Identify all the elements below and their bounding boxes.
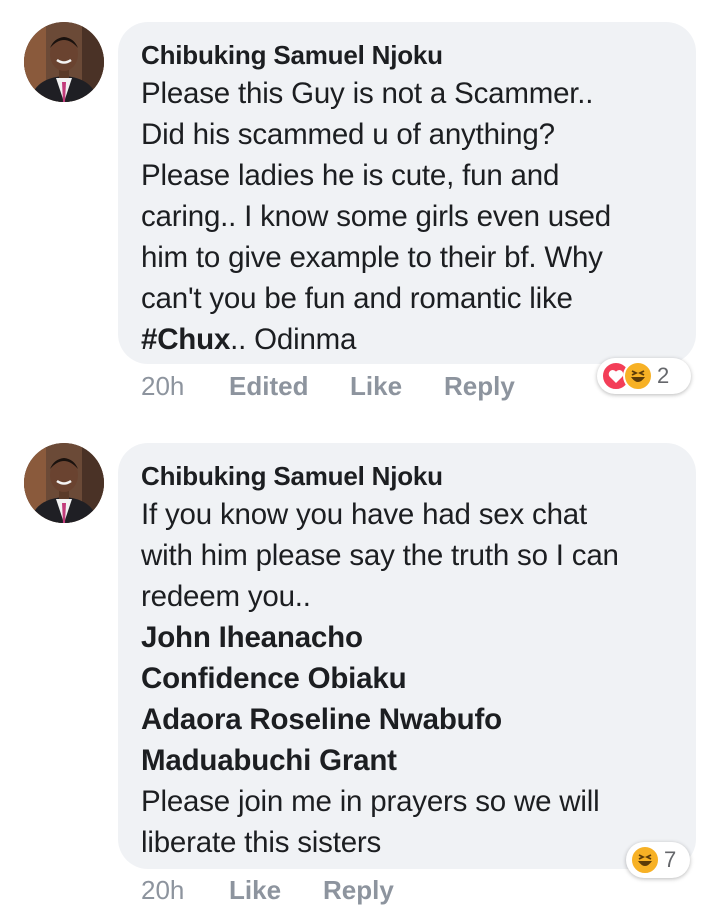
comment-body: If you know you have had sex chat with h…	[141, 494, 676, 863]
mention-link[interactable]: John Iheanacho	[141, 617, 676, 658]
comment-text: If you know you have had sex chat with h…	[141, 498, 619, 613]
like-button[interactable]: Like	[350, 371, 402, 402]
haha-icon	[623, 361, 653, 391]
edited-label[interactable]: Edited	[229, 371, 308, 402]
reply-button[interactable]: Reply	[444, 371, 515, 402]
comment-text-end: Please join me in prayers so we will lib…	[141, 785, 600, 859]
reaction-summary[interactable]: 7	[626, 842, 690, 878]
avatar[interactable]	[24, 443, 104, 523]
profile-photo-icon	[24, 22, 104, 102]
mention-link[interactable]: Adaora Roseline Nwabufo	[141, 699, 676, 740]
reaction-count: 7	[664, 847, 677, 872]
mention-link[interactable]: Maduabuchi Grant	[141, 740, 676, 781]
hashtag-link[interactable]: #Chux	[141, 323, 230, 356]
comment-time[interactable]: 20h	[141, 875, 184, 906]
comment-text: Please this Guy is not a Scammer.. Did h…	[141, 77, 611, 315]
reaction-count: 2	[657, 363, 670, 388]
comment-bubble: Chibuking Samuel Njoku Please this Guy i…	[118, 22, 696, 364]
mention-link[interactable]: Confidence Obiaku	[141, 658, 676, 699]
comment-bubble: Chibuking Samuel Njoku If you know you h…	[118, 443, 696, 869]
comment-time[interactable]: 20h	[141, 371, 184, 402]
comment-1: Chibuking Samuel Njoku Please this Guy i…	[0, 0, 720, 420]
comment-2: Chibuking Samuel Njoku If you know you h…	[0, 420, 720, 914]
profile-photo-icon	[24, 443, 104, 523]
comment-body: Please this Guy is not a Scammer.. Did h…	[141, 73, 676, 360]
comment-author[interactable]: Chibuking Samuel Njoku	[141, 40, 676, 70]
comment-author[interactable]: Chibuking Samuel Njoku	[141, 461, 676, 491]
haha-icon	[630, 845, 660, 875]
comment-text-tail: .. Odinma	[230, 323, 357, 356]
reply-button[interactable]: Reply	[323, 875, 394, 906]
like-button[interactable]: Like	[229, 875, 281, 906]
reaction-summary[interactable]: 2	[597, 358, 691, 394]
avatar[interactable]	[24, 22, 104, 102]
